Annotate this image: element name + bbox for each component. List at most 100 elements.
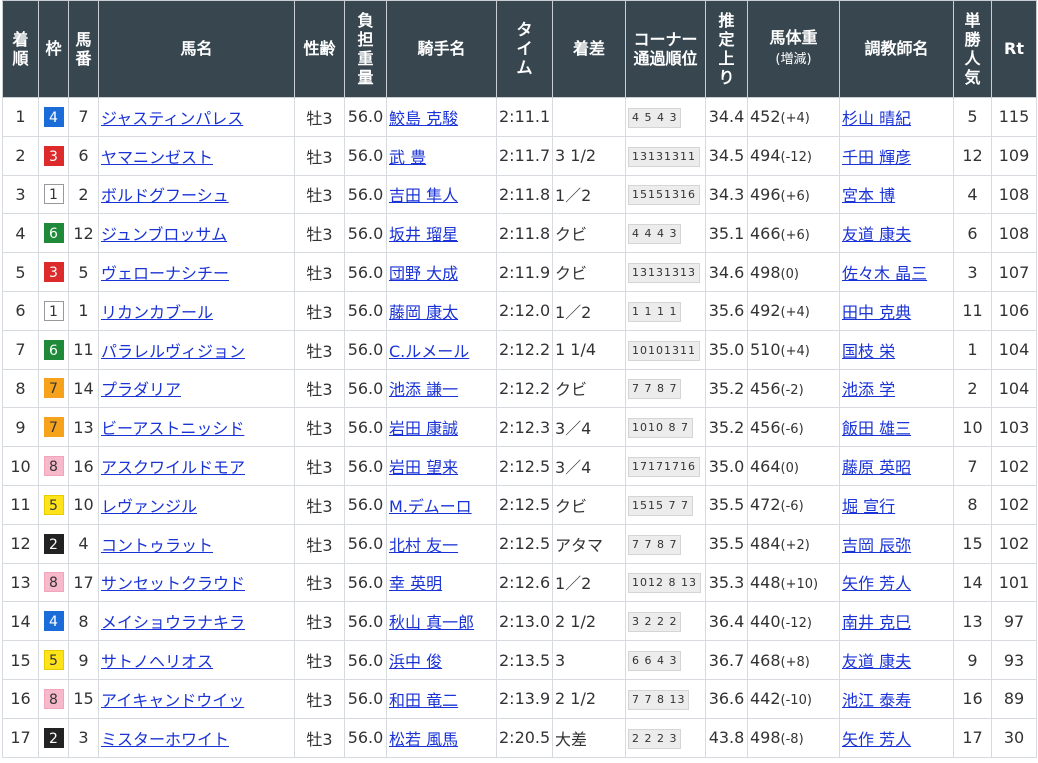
table-row: 13 8 17 サンセットクラウド 牡3 56.0 幸 英明 2:12.6 1／2 1012 8 … bbox=[2, 562, 1037, 603]
trainer-link[interactable]: 南井 克巳 bbox=[842, 613, 911, 632]
frame-cell: 6 bbox=[38, 329, 69, 370]
jockey-link[interactable]: M.デムーロ bbox=[389, 497, 472, 516]
horse-name-link[interactable]: ジャスティンパレス bbox=[101, 109, 243, 128]
jockey-cell: 北村 友一 bbox=[386, 523, 497, 564]
header-row: 着順 枠 馬番 馬名 性齢 負担重量 騎手名 タイム 着差 コーナー 通過順位 … bbox=[2, 0, 1037, 98]
body-weight-cell: 440(-12) bbox=[747, 601, 840, 642]
weight-carried-cell: 56.0 bbox=[344, 252, 387, 292]
horse-name-link[interactable]: ビーアストニッシド bbox=[101, 419, 244, 438]
horse-name-link[interactable]: メイショウラナキラ bbox=[101, 613, 245, 632]
jockey-link[interactable]: 松若 風馬 bbox=[389, 730, 458, 749]
trainer-link[interactable]: 田中 克典 bbox=[842, 303, 911, 322]
horse-name-link[interactable]: ヴェローナシチー bbox=[101, 264, 229, 283]
horse-number-cell: 5 bbox=[68, 252, 99, 292]
horse-name-link[interactable]: レヴァンジル bbox=[101, 497, 197, 516]
jockey-link[interactable]: 和田 竜二 bbox=[389, 691, 458, 710]
jockey-link[interactable]: 幸 英明 bbox=[389, 574, 442, 593]
trainer-link[interactable]: 友道 康夫 bbox=[842, 225, 911, 244]
trainer-link[interactable]: 堀 宣行 bbox=[842, 497, 895, 516]
header-frame[interactable]: 枠 bbox=[38, 0, 69, 98]
horse-name-link[interactable]: リカンカブール bbox=[101, 303, 213, 322]
margin-cell: 1／2 bbox=[552, 562, 626, 603]
body-weight-change: (-8) bbox=[780, 732, 804, 748]
trainer-link[interactable]: 国枝 栄 bbox=[842, 342, 895, 361]
trainer-link[interactable]: 池江 泰寿 bbox=[842, 691, 911, 710]
trainer-link[interactable]: 千田 輝彦 bbox=[842, 148, 911, 167]
margin-cell: 2 1/2 bbox=[552, 601, 626, 642]
header-last3f[interactable]: 推定上り bbox=[705, 0, 748, 98]
trainer-link[interactable]: 宮本 博 bbox=[842, 186, 895, 205]
header-number[interactable]: 馬番 bbox=[68, 0, 99, 98]
trainer-link[interactable]: 藤原 英昭 bbox=[842, 458, 911, 477]
popularity-cell: 10 bbox=[953, 407, 992, 448]
header-jockey[interactable]: 騎手名 bbox=[386, 0, 497, 98]
header-corner[interactable]: コーナー 通過順位 bbox=[625, 0, 706, 98]
weight-carried-cell: 56.0 bbox=[344, 213, 387, 254]
frame-cell: 1 bbox=[38, 290, 69, 331]
trainer-link[interactable]: 池添 学 bbox=[842, 380, 895, 399]
trainer-link[interactable]: 友道 康夫 bbox=[842, 652, 911, 671]
trainer-link[interactable]: 吉岡 辰弥 bbox=[842, 536, 911, 555]
jockey-link[interactable]: 池添 謙一 bbox=[389, 380, 458, 399]
header-trainer[interactable]: 調教師名 bbox=[839, 0, 954, 98]
horse-name-link[interactable]: ヤマニンゼスト bbox=[101, 148, 213, 167]
header-margin[interactable]: 着差 bbox=[552, 0, 626, 98]
header-body-weight[interactable]: 馬体重 (増減) bbox=[747, 0, 840, 98]
trainer-link[interactable]: 佐々木 晶三 bbox=[842, 264, 927, 283]
horse-number-cell: 6 bbox=[68, 135, 99, 176]
header-weight-carried[interactable]: 負担重量 bbox=[344, 0, 387, 98]
body-weight-change: (-12) bbox=[780, 615, 812, 631]
horse-name-link[interactable]: コントゥラット bbox=[101, 536, 213, 555]
margin-cell: 3／4 bbox=[552, 446, 626, 486]
header-time[interactable]: タイム bbox=[496, 0, 553, 98]
rank-cell: 3 bbox=[2, 174, 39, 215]
sex-age-cell: 牡3 bbox=[294, 601, 345, 642]
horse-name-link[interactable]: ジュンブロッサム bbox=[101, 225, 227, 244]
margin-cell: クビ bbox=[552, 213, 626, 254]
header-sex-age[interactable]: 性齢 bbox=[294, 0, 345, 98]
horse-name-link[interactable]: サンセットクラウド bbox=[101, 574, 245, 593]
header-horse-name[interactable]: 馬名 bbox=[98, 0, 295, 98]
jockey-link[interactable]: 武 豊 bbox=[389, 148, 426, 167]
rank-cell: 13 bbox=[2, 562, 39, 603]
corner-cell: 1515 7 7 bbox=[625, 484, 706, 525]
body-weight-cell: 472(-6) bbox=[747, 484, 840, 525]
popularity-cell: 2 bbox=[953, 368, 992, 409]
horse-name-link[interactable]: プラダリア bbox=[101, 380, 181, 399]
header-rating[interactable]: Rt bbox=[991, 0, 1037, 98]
margin-cell: 大差 bbox=[552, 717, 626, 758]
trainer-link[interactable]: 矢作 芳人 bbox=[842, 730, 911, 749]
horse-name-link[interactable]: パラレルヴィジョン bbox=[101, 342, 245, 361]
trainer-link[interactable]: 杉山 晴紀 bbox=[842, 109, 911, 128]
table-row: 1 4 7 ジャスティンパレス 牡3 56.0 鮫島 克駿 2:11.1 4 5 4 3 34.4… bbox=[2, 97, 1037, 137]
horse-name-link[interactable]: サトノヘリオス bbox=[101, 652, 213, 671]
body-weight-value: 494 bbox=[750, 146, 781, 166]
trainer-link[interactable]: 矢作 芳人 bbox=[842, 574, 911, 593]
jockey-link[interactable]: 藤岡 康太 bbox=[389, 303, 458, 322]
time-cell: 2:12.5 bbox=[496, 446, 553, 486]
jockey-cell: 吉田 隼人 bbox=[386, 174, 497, 215]
table-row: 9 7 13 ビーアストニッシド 牡3 56.0 岩田 康誠 2:12.3 3／4 1010 8 … bbox=[2, 407, 1037, 448]
jockey-cell: 松若 風馬 bbox=[386, 717, 497, 758]
jockey-link[interactable]: 岩田 望来 bbox=[389, 458, 458, 477]
horse-number-cell: 14 bbox=[68, 368, 99, 409]
jockey-link[interactable]: 岩田 康誠 bbox=[389, 419, 458, 438]
header-popularity[interactable]: 単勝人気 bbox=[953, 0, 992, 98]
jockey-link[interactable]: 吉田 隼人 bbox=[389, 186, 458, 205]
jockey-link[interactable]: 北村 友一 bbox=[389, 536, 458, 555]
jockey-link[interactable]: 団野 大成 bbox=[389, 264, 458, 283]
horse-name-link[interactable]: アスクワイルドモア bbox=[101, 458, 245, 477]
header-rank[interactable]: 着順 bbox=[2, 0, 39, 98]
jockey-link[interactable]: 坂井 瑠星 bbox=[389, 225, 458, 244]
horse-name-link[interactable]: アイキャンドウイッ bbox=[101, 691, 244, 710]
trainer-link[interactable]: 飯田 雄三 bbox=[842, 419, 911, 438]
sex-age-cell: 牡3 bbox=[294, 252, 345, 292]
jockey-link[interactable]: 浜中 俊 bbox=[389, 652, 442, 671]
horse-name-link[interactable]: ボルドグフーシュ bbox=[101, 186, 229, 205]
corner-cell: 7 7 8 13 bbox=[625, 678, 706, 719]
horse-name-link[interactable]: ミスターホワイト bbox=[101, 730, 229, 749]
jockey-link[interactable]: C.ルメール bbox=[389, 342, 469, 361]
jockey-link[interactable]: 秋山 真一郎 bbox=[389, 613, 474, 632]
horse-name-cell: アスクワイルドモア bbox=[98, 446, 295, 486]
jockey-link[interactable]: 鮫島 克駿 bbox=[389, 109, 458, 128]
